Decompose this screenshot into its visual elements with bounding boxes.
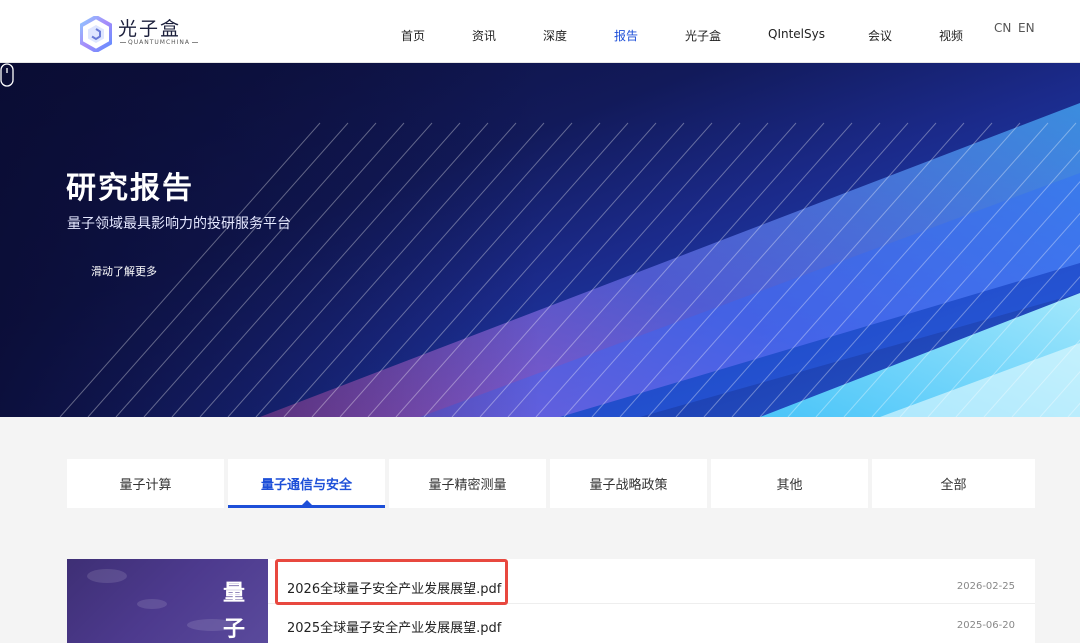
tab-label: 量子计算	[119, 478, 172, 493]
scroll-hint[interactable]: 滑动了解更多	[91, 263, 157, 279]
lang-en[interactable]: EN	[1018, 21, 1035, 35]
page-subtitle: 量子领域最具影响力的投研服务平台	[67, 216, 291, 232]
lang-cn[interactable]: CN	[994, 21, 1011, 35]
logo-hexagon-icon	[80, 16, 112, 52]
category-thumbnail: 量 子	[67, 559, 268, 643]
nav-guangzihe[interactable]: 光子盒	[685, 27, 721, 44]
tab-quantum-communication-security[interactable]: 量子通信与安全	[228, 459, 385, 508]
hero-banner: 研究报告 量子领域最具影响力的投研服务平台 滑动了解更多	[0, 63, 1080, 417]
nav-qintelsys[interactable]: QIntelSys	[768, 27, 825, 41]
tab-other[interactable]: 其他	[711, 459, 868, 508]
thumbnail-char: 子	[223, 617, 246, 642]
report-date: 2025-06-20	[956, 620, 1015, 631]
category-tabs: 量子计算 量子通信与安全 量子精密测量 量子战略政策 其他 全部	[67, 459, 1035, 508]
report-title[interactable]: 2025全球量子安全产业发展展望.pdf	[287, 617, 501, 636]
report-date: 2026-02-25	[956, 581, 1015, 592]
page-title: 研究报告	[66, 171, 194, 206]
tab-label: 全部	[940, 478, 967, 493]
mouse-scroll-icon	[0, 63, 14, 87]
tab-quantum-strategy-policy[interactable]: 量子战略政策	[550, 459, 707, 508]
tab-quantum-computing[interactable]: 量子计算	[67, 459, 224, 508]
logo-text-en: QUANTUMCHINA	[118, 39, 200, 46]
tab-active-underline	[228, 505, 385, 508]
list-item[interactable]: 2025全球量子安全产业发展展望.pdf 2025-06-20	[268, 604, 1035, 643]
tab-label: 量子战略政策	[589, 478, 668, 493]
highlight-box	[275, 559, 508, 605]
banner-background-graphic	[0, 63, 1080, 417]
tab-label: 其他	[776, 478, 803, 493]
logo-text-cn: 光子盒	[118, 18, 182, 40]
nav-reports[interactable]: 报告	[614, 27, 638, 44]
tab-all[interactable]: 全部	[872, 459, 1035, 508]
site-logo[interactable]: 光子盒 QUANTUMCHINA	[80, 14, 200, 54]
thumbnail-decoration	[87, 569, 127, 583]
nav-home[interactable]: 首页	[401, 27, 425, 44]
thumbnail-char: 量	[223, 581, 246, 606]
nav-conference[interactable]: 会议	[868, 27, 892, 44]
thumbnail-decoration	[137, 599, 167, 609]
site-header: 光子盒 QUANTUMCHINA 首页 资讯 深度 报告 光子盒 QIntelS…	[0, 0, 1080, 63]
nav-depth[interactable]: 深度	[543, 27, 567, 44]
tab-quantum-precision-measurement[interactable]: 量子精密测量	[389, 459, 546, 508]
nav-video[interactable]: 视频	[939, 27, 963, 44]
tab-label: 量子精密测量	[428, 478, 507, 493]
tab-label: 量子通信与安全	[260, 478, 352, 493]
nav-news[interactable]: 资讯	[472, 27, 496, 44]
